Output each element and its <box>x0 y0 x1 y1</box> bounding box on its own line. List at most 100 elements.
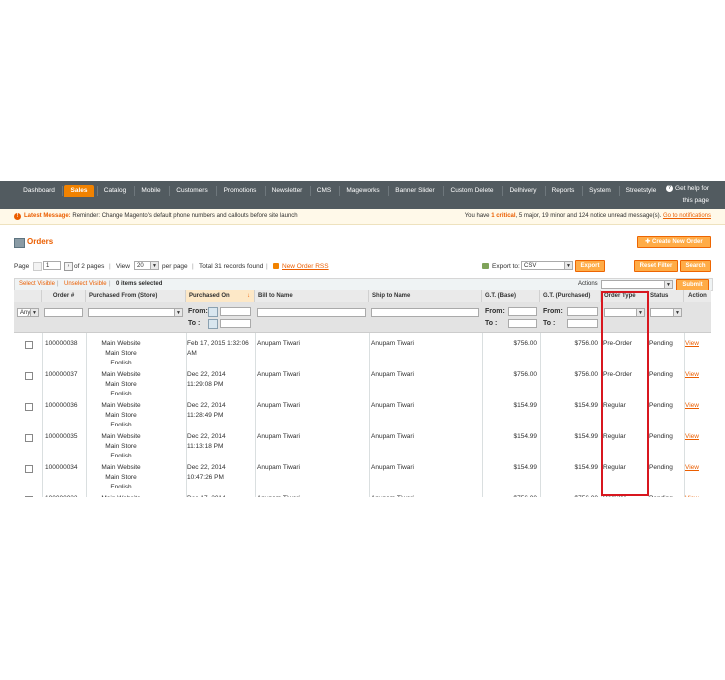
filter-status-select[interactable]: ▼ <box>650 308 682 317</box>
nav-cms[interactable]: CMS <box>312 185 336 197</box>
filter-gt-purchased-from-input[interactable] <box>567 307 598 316</box>
grand-total-base: $154.99 <box>513 402 538 409</box>
grand-total-purchased: $756.00 <box>574 371 599 378</box>
latest-message-label: Latest Message: <box>24 213 71 219</box>
next-page-icon[interactable]: › <box>64 262 73 271</box>
export-format-select[interactable]: CSV ▼ <box>521 261 573 270</box>
filter-gt-base-from-label: From: <box>485 308 505 315</box>
column-header-status[interactable]: Status <box>648 290 684 302</box>
filter-any-value: Any <box>20 310 31 316</box>
row-checkbox[interactable] <box>25 465 33 473</box>
nav-divider <box>443 186 444 196</box>
new-order-rss-link[interactable]: New Order RSS <box>282 263 329 270</box>
nav-mageworks[interactable]: Mageworks <box>341 185 385 197</box>
view-order-link[interactable]: View <box>685 370 699 380</box>
row-checkbox[interactable] <box>25 403 33 411</box>
nav-promotions[interactable]: Promotions <box>218 185 262 197</box>
nav-divider <box>134 186 135 196</box>
bill-to-name: Anupam Tiwari <box>257 464 300 471</box>
row-checkbox[interactable] <box>25 341 33 349</box>
nav-banner-slider[interactable]: Banner Slider <box>390 185 440 197</box>
purchased-on: Dec 22, 2014 11:13:18 PM <box>187 432 254 452</box>
nav-divider <box>62 186 63 196</box>
store-name: Main Store <box>105 381 137 388</box>
go-to-notifications-link[interactable]: Go to notifications <box>663 213 711 219</box>
view-order-link[interactable]: View <box>685 432 699 442</box>
purchased-on-time: 11:29:08 PM <box>187 381 224 388</box>
nav-reports[interactable]: Reports <box>547 185 579 197</box>
actions-select[interactable]: ▼ <box>601 280 673 289</box>
nav-sales[interactable]: Sales <box>64 185 94 197</box>
nav-streetstyle[interactable]: Streetstyle <box>621 185 661 197</box>
unselect-visible-link[interactable]: Unselect Visible <box>64 281 107 287</box>
help-link[interactable]: ? Get help for this page <box>666 183 709 207</box>
order-number: 100000035 <box>45 433 78 440</box>
page-number-input[interactable]: 1 <box>43 261 61 270</box>
nav-catalog[interactable]: Catalog <box>99 185 131 197</box>
actions-label: Actions <box>578 281 598 287</box>
ship-to-name: Anupam Tiwari <box>371 433 414 440</box>
purchased-on-time: 11:28:49 PM <box>187 412 224 419</box>
nav-dashboard[interactable]: Dashboard <box>18 185 60 197</box>
view-order-link[interactable]: View <box>685 463 699 473</box>
grand-total-base: $154.99 <box>513 464 538 471</box>
column-header-ship-to-name[interactable]: Ship to Name <box>369 290 482 302</box>
chevron-down-icon: ▼ <box>150 262 158 269</box>
order-status: Pending <box>649 464 673 471</box>
nav-system[interactable]: System <box>584 185 616 197</box>
plus-icon: ✚ <box>645 239 652 245</box>
filter-massaction-select[interactable]: Any ▼ <box>17 308 39 317</box>
column-header-purchased-on-label: Purchased On <box>189 293 230 299</box>
filter-date-from-input[interactable] <box>220 307 251 316</box>
nav-newsletter[interactable]: Newsletter <box>267 185 307 197</box>
create-new-order-button[interactable]: ✚ Create New Order <box>637 236 711 248</box>
view-order-link[interactable]: View <box>685 494 699 497</box>
column-header-gt-purchased[interactable]: G.T. (Purchased) <box>540 290 601 302</box>
filter-store-select[interactable]: ▼ <box>88 308 183 317</box>
column-header-order-number[interactable]: Order # <box>42 290 86 302</box>
filter-order-number-input[interactable] <box>44 308 83 317</box>
search-button[interactable]: Search <box>680 260 711 272</box>
reset-filter-button[interactable]: Reset Filter <box>634 260 678 272</box>
column-header-checkbox <box>14 290 42 302</box>
column-header-purchased-on[interactable]: Purchased On ↓ <box>186 290 255 302</box>
per-page-select[interactable]: 20 ▼ <box>134 261 159 270</box>
rss-icon <box>273 263 279 269</box>
row-checkbox[interactable] <box>25 496 33 497</box>
nav-mobile[interactable]: Mobile <box>136 185 166 197</box>
purchased-on-date: Dec 22, 2014 <box>187 371 226 378</box>
bill-to-name: Anupam Tiwari <box>257 494 300 497</box>
filter-bill-to-input[interactable] <box>257 308 366 317</box>
row-checkbox[interactable] <box>25 372 33 380</box>
column-divider <box>684 333 685 497</box>
filter-gt-base-from-input[interactable] <box>508 307 537 316</box>
main-nav: Dashboard Sales Catalog Mobile Customers… <box>0 181 725 209</box>
select-visible-link[interactable]: Select Visible <box>19 281 55 287</box>
filter-ship-to-input[interactable] <box>371 308 479 317</box>
column-header-action: Action <box>684 290 711 302</box>
nav-custom-delete[interactable]: Custom Delete <box>445 185 499 197</box>
filter-gt-purchased-to-input[interactable] <box>567 319 598 328</box>
view-order-link[interactable]: View <box>685 339 699 349</box>
filter-gt-base-to-input[interactable] <box>508 319 537 328</box>
nav-delhivery[interactable]: Delhivery <box>504 185 542 197</box>
sort-arrow-icon: ↓ <box>247 293 250 299</box>
store-name: Main Store <box>105 443 137 450</box>
chevron-down-icon: ▼ <box>673 309 681 316</box>
column-header-gt-base[interactable]: G.T. (Base) <box>482 290 540 302</box>
purchased-from: Main WebsiteMain StoreEnglish <box>87 494 155 497</box>
calendar-icon[interactable] <box>208 319 218 329</box>
nav-customers[interactable]: Customers <box>171 185 213 197</box>
view-order-link[interactable]: View <box>685 401 699 411</box>
store-name: Main Store <box>105 350 137 357</box>
prev-page-icon[interactable] <box>33 262 42 271</box>
export-button[interactable]: Export <box>575 260 605 272</box>
filter-date-to-input[interactable] <box>220 319 251 328</box>
column-header-bill-to-name[interactable]: Bill to Name <box>255 290 369 302</box>
store-name: Main Store <box>105 474 137 481</box>
calendar-icon[interactable] <box>208 307 218 317</box>
row-checkbox[interactable] <box>25 434 33 442</box>
column-header-purchased-from[interactable]: Purchased From (Store) <box>86 290 186 302</box>
page-label: Page <box>14 263 30 270</box>
of-pages: of 2 pages <box>74 263 105 270</box>
